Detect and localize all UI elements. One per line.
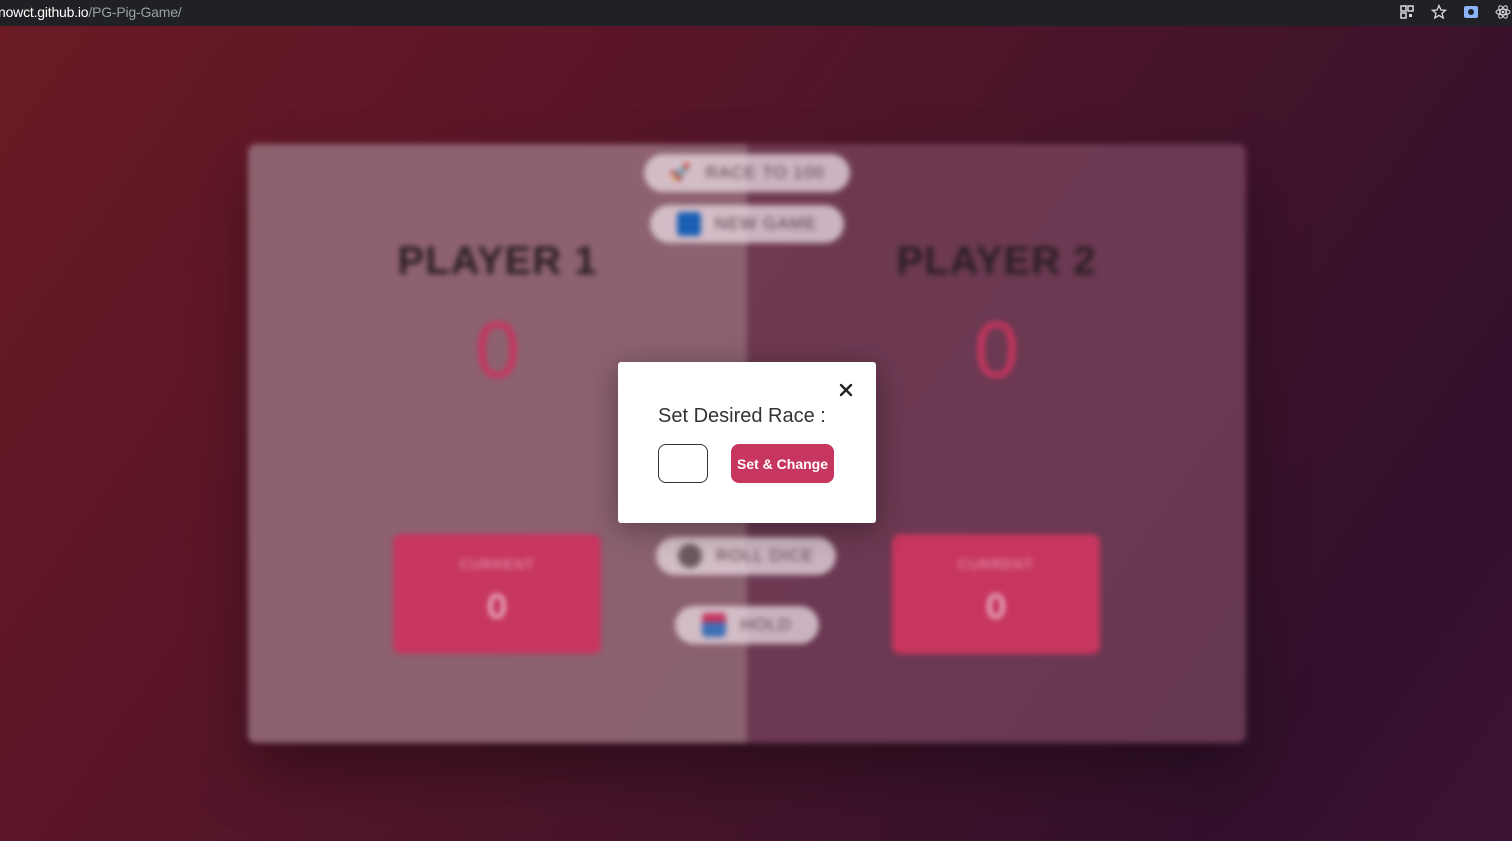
player-2-name: PLAYER 2 xyxy=(896,239,1097,283)
rocket-icon: 🚀 xyxy=(669,163,692,182)
player-2-current-label: CURRENT xyxy=(958,556,1034,572)
player-2-current-box: CURRENT 0 xyxy=(892,534,1100,654)
player-1-current-score: 0 xyxy=(487,588,507,626)
roll-dice-button[interactable]: ROLL DICE xyxy=(656,537,836,575)
url-text[interactable]: nowct.github.io/PG-Pig-Game/ xyxy=(0,4,182,20)
download-icon xyxy=(702,613,727,637)
player-1-current-label: CURRENT xyxy=(459,556,535,572)
react-devtools-icon[interactable] xyxy=(1494,3,1512,21)
roll-dice-label: ROLL DICE xyxy=(715,546,815,565)
screen-capture-icon[interactable] xyxy=(1462,3,1480,21)
race-to-button[interactable]: 🚀 RACE TO 100 xyxy=(644,154,850,192)
modal-title: Set Desired Race : xyxy=(658,405,826,427)
hold-label: HOLD xyxy=(740,615,792,634)
race-value-input[interactable] xyxy=(658,444,708,483)
new-game-label: NEW GAME xyxy=(714,214,818,233)
browser-address-bar: nowct.github.io/PG-Pig-Game/ xyxy=(0,0,1512,26)
hold-button[interactable]: HOLD xyxy=(675,606,819,644)
dice-icon xyxy=(677,544,702,568)
qr-code-icon[interactable] xyxy=(1398,3,1416,21)
browser-toolbar-icons xyxy=(1398,3,1512,21)
player-1-name: PLAYER 1 xyxy=(397,239,598,283)
set-and-change-button[interactable]: Set & Change xyxy=(731,444,834,483)
set-race-modal: Set Desired Race : Set & Change xyxy=(618,362,876,523)
player-2-current-score: 0 xyxy=(986,588,1006,626)
refresh-icon xyxy=(676,212,701,236)
new-game-button[interactable]: NEW GAME xyxy=(650,205,844,243)
close-icon[interactable] xyxy=(838,382,854,398)
url-host: nowct.github.io xyxy=(0,4,89,20)
race-to-label: RACE TO 100 xyxy=(705,163,825,182)
url-path: /PG-Pig-Game/ xyxy=(88,4,182,20)
player-1-current-box: CURRENT 0 xyxy=(393,534,601,654)
bookmark-star-icon[interactable] xyxy=(1430,3,1448,21)
